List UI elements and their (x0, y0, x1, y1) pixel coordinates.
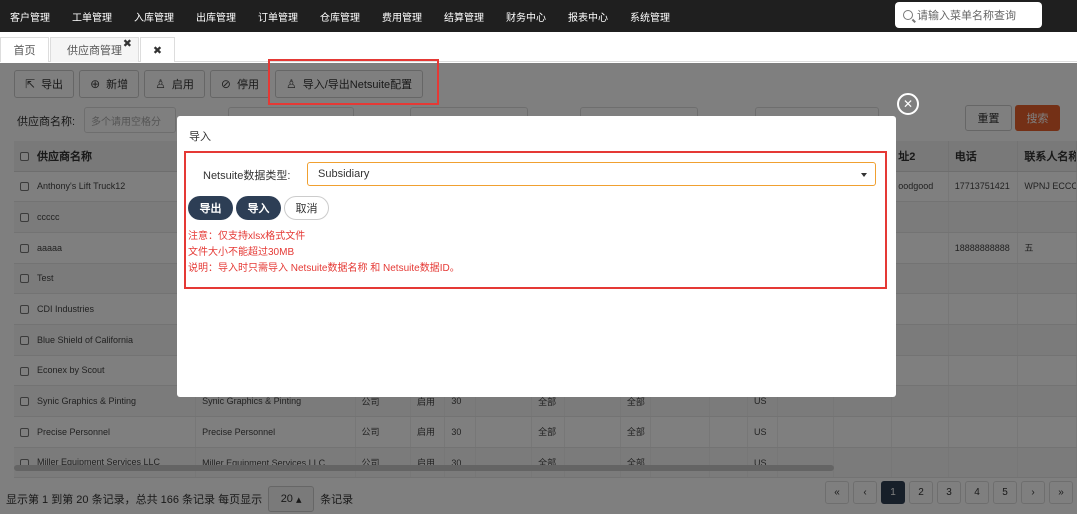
menu-search-input[interactable]: 请输入菜单名称查询 (895, 2, 1042, 28)
menu-finance[interactable]: 财务中心 (506, 9, 546, 24)
menu-settlement[interactable]: 结算管理 (444, 9, 484, 24)
menu-fee[interactable]: 费用管理 (382, 9, 422, 24)
modal-close-button[interactable]: ✕ (897, 93, 919, 115)
note-instruction: 说明：导入时只需导入 Netsuite数据名称 和 Netsuite数据ID。 (188, 263, 460, 274)
top-navigation: 客户管理 工单管理 入库管理 出库管理 订单管理 仓库管理 费用管理 结算管理 … (0, 0, 1077, 32)
tab-bar: 首页 供应商管理 ✖ ✖ (0, 37, 1077, 62)
note-format: 注意：仅支持xlsx格式文件 (188, 231, 306, 242)
dialog-import-button[interactable]: 导入 (236, 196, 281, 220)
main-menu: 客户管理 工单管理 入库管理 出库管理 订单管理 仓库管理 费用管理 结算管理 … (0, 0, 692, 32)
menu-inbound[interactable]: 入库管理 (134, 9, 174, 24)
dialog-export-button[interactable]: 导出 (188, 196, 233, 220)
netsuite-type-select[interactable]: Subsidiary (307, 162, 876, 186)
search-icon (903, 10, 913, 20)
menu-warehouse[interactable]: 仓库管理 (320, 9, 360, 24)
dialog-export-label: 导出 (199, 203, 222, 215)
tab-vendor-management[interactable]: 供应商管理 ✖ (50, 37, 139, 62)
tab-home-label: 首页 (13, 45, 36, 57)
tab-vendor-label: 供应商管理 (67, 45, 122, 57)
dialog-title: 导入 (189, 131, 211, 143)
dialog-cancel-button[interactable]: 取消 (284, 196, 329, 220)
menu-order[interactable]: 订单管理 (258, 9, 298, 24)
close-icon: ✕ (902, 97, 914, 111)
menu-system[interactable]: 系统管理 (630, 9, 670, 24)
menu-work-order[interactable]: 工单管理 (72, 9, 112, 24)
close-all-tabs-button[interactable]: ✖ (140, 37, 175, 62)
netsuite-type-label: Netsuite数据类型: (203, 170, 291, 182)
close-icon: ✖ (152, 44, 163, 57)
note-size: 文件大小不能超过30MB (188, 247, 295, 258)
menu-search-placeholder: 请输入菜单名称查询 (917, 10, 1016, 22)
netsuite-type-value: Subsidiary (318, 168, 370, 180)
menu-customer[interactable]: 客户管理 (10, 9, 50, 24)
tab-home[interactable]: 首页 (0, 37, 49, 62)
dialog-cancel-label: 取消 (295, 203, 318, 215)
menu-reports[interactable]: 报表中心 (568, 9, 608, 24)
tab-close-icon[interactable]: ✖ (123, 37, 132, 50)
chevron-down-icon (861, 173, 867, 177)
dialog-import-label: 导入 (247, 203, 270, 215)
highlight-annotation (268, 59, 439, 105)
menu-outbound[interactable]: 出库管理 (196, 9, 236, 24)
